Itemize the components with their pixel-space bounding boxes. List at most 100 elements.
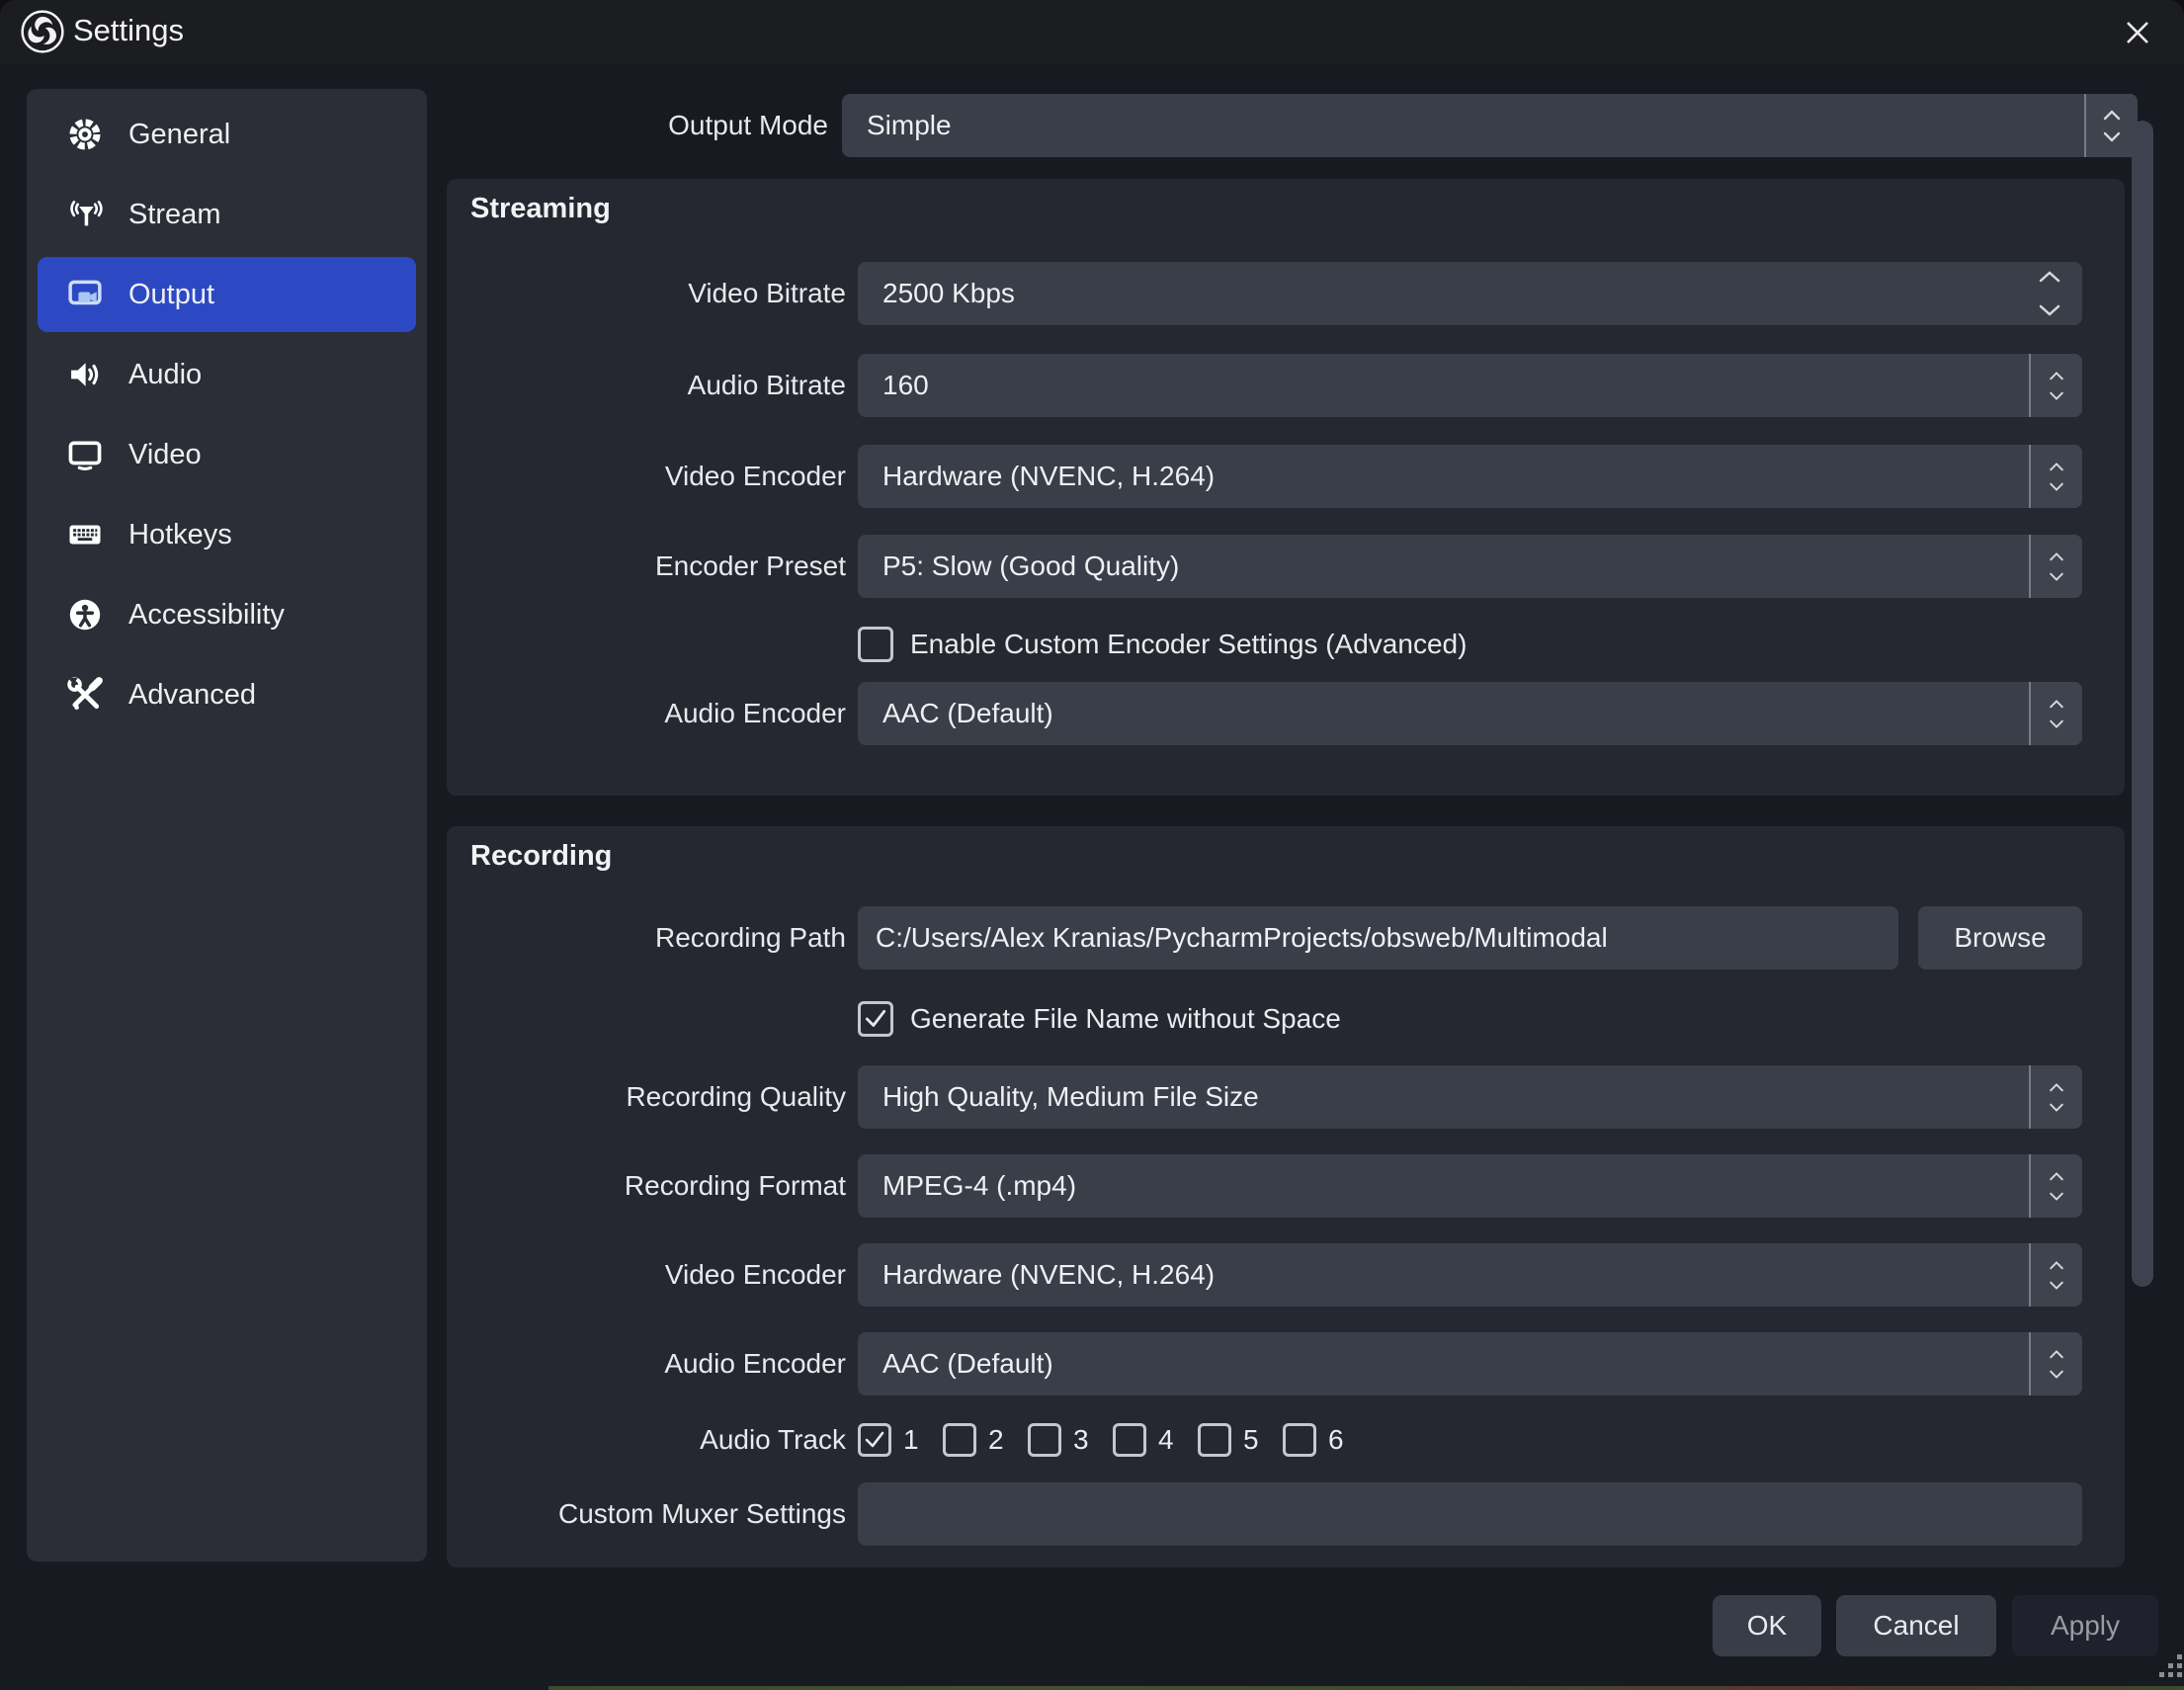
close-icon[interactable] bbox=[2117, 12, 2158, 53]
sidebar-item-label: Stream bbox=[128, 199, 220, 231]
audio-track-2-label: 2 bbox=[988, 1424, 1004, 1456]
rec-audio-encoder-select[interactable]: AAC (Default) bbox=[858, 1332, 2082, 1395]
recording-format-select[interactable]: MPEG-4 (.mp4) bbox=[858, 1154, 2082, 1218]
cancel-button[interactable]: Cancel bbox=[1836, 1595, 1996, 1656]
recording-section: Recording Recording Path C:/Users/Alex K… bbox=[447, 826, 2125, 1567]
chevron-up-down-icon[interactable] bbox=[2029, 1243, 2082, 1307]
recording-title: Recording bbox=[470, 840, 612, 873]
streaming-section: Streaming Video Bitrate 2500 Kbps Audio … bbox=[447, 179, 2125, 796]
filename-no-space-checkbox[interactable] bbox=[858, 1001, 893, 1037]
chevron-up-down-icon[interactable] bbox=[2029, 682, 2082, 745]
recording-format-label: Recording Format bbox=[447, 1154, 846, 1218]
video-bitrate-label: Video Bitrate bbox=[447, 262, 846, 325]
chevron-up-down-icon[interactable] bbox=[2029, 1332, 2082, 1395]
recording-quality-select[interactable]: High Quality, Medium File Size bbox=[858, 1065, 2082, 1129]
stream-audio-encoder-select[interactable]: AAC (Default) bbox=[858, 682, 2082, 745]
audio-track-3-checkbox[interactable] bbox=[1028, 1423, 1061, 1457]
screen-record-icon bbox=[65, 275, 105, 314]
chevron-up-down-icon[interactable] bbox=[2029, 354, 2082, 417]
output-mode-label: Output Mode bbox=[450, 94, 828, 157]
chevron-up-down-icon[interactable] bbox=[2029, 1154, 2082, 1218]
encoder-preset-value: P5: Slow (Good Quality) bbox=[882, 535, 2013, 598]
sidebar-item-label: Audio bbox=[128, 359, 202, 391]
stream-audio-encoder-value: AAC (Default) bbox=[882, 682, 2013, 745]
accessibility-icon bbox=[65, 595, 105, 634]
ok-button[interactable]: OK bbox=[1713, 1595, 1821, 1656]
sidebar-item-label: Video bbox=[128, 439, 202, 471]
sidebar-item-general[interactable]: General bbox=[38, 97, 416, 172]
recording-quality-value: High Quality, Medium File Size bbox=[882, 1065, 2013, 1129]
vertical-scrollbar[interactable] bbox=[2132, 121, 2153, 1287]
video-bitrate-value: 2500 Kbps bbox=[882, 262, 2013, 325]
rec-video-encoder-label: Video Encoder bbox=[447, 1243, 846, 1307]
audio-bitrate-select[interactable]: 160 bbox=[858, 354, 2082, 417]
monitor-icon bbox=[65, 435, 105, 474]
obs-logo-icon bbox=[20, 9, 65, 54]
sidebar-item-label: Accessibility bbox=[128, 599, 285, 632]
output-mode-select[interactable]: Simple bbox=[842, 94, 2138, 157]
audio-track-5-checkbox[interactable] bbox=[1198, 1423, 1231, 1457]
chevron-up-down-icon[interactable] bbox=[2084, 94, 2138, 157]
audio-track-1-label: 1 bbox=[903, 1424, 919, 1456]
sidebar-item-label: General bbox=[128, 119, 230, 151]
custom-muxer-label: Custom Muxer Settings bbox=[447, 1482, 846, 1546]
encoder-preset-select[interactable]: P5: Slow (Good Quality) bbox=[858, 535, 2082, 598]
resize-grip-icon[interactable] bbox=[2158, 1652, 2184, 1682]
sidebar-item-hotkeys[interactable]: Hotkeys bbox=[38, 497, 416, 572]
gear-icon bbox=[65, 115, 105, 154]
audio-bitrate-value: 160 bbox=[882, 354, 2013, 417]
rec-video-encoder-value: Hardware (NVENC, H.264) bbox=[882, 1243, 2013, 1307]
custom-encoder-checkbox[interactable] bbox=[858, 627, 893, 662]
custom-encoder-checkbox-label: Enable Custom Encoder Settings (Advanced… bbox=[910, 629, 1467, 660]
audio-track-3-label: 3 bbox=[1073, 1424, 1089, 1456]
browse-button[interactable]: Browse bbox=[1918, 906, 2082, 970]
background-window-edge bbox=[548, 1686, 2184, 1690]
chevron-up-down-icon[interactable] bbox=[2029, 445, 2082, 508]
tools-icon bbox=[65, 675, 105, 715]
stream-audio-encoder-label: Audio Encoder bbox=[447, 682, 846, 745]
rec-audio-encoder-label: Audio Encoder bbox=[447, 1332, 846, 1395]
audio-bitrate-label: Audio Bitrate bbox=[447, 354, 846, 417]
custom-muxer-value bbox=[876, 1482, 2068, 1546]
audio-track-6-label: 6 bbox=[1328, 1424, 1344, 1456]
stream-video-encoder-value: Hardware (NVENC, H.264) bbox=[882, 445, 2013, 508]
sidebar-item-advanced[interactable]: Advanced bbox=[38, 657, 416, 732]
audio-track-label: Audio Track bbox=[447, 1421, 846, 1459]
sidebar-item-label: Output bbox=[128, 279, 214, 311]
speaker-icon bbox=[65, 355, 105, 394]
audio-track-2-checkbox[interactable] bbox=[943, 1423, 976, 1457]
sidebar-item-label: Advanced bbox=[128, 679, 256, 712]
chevron-up-down-icon[interactable] bbox=[2029, 1065, 2082, 1129]
sidebar-item-audio[interactable]: Audio bbox=[38, 337, 416, 412]
stream-video-encoder-select[interactable]: Hardware (NVENC, H.264) bbox=[858, 445, 2082, 508]
recording-quality-label: Recording Quality bbox=[447, 1065, 846, 1129]
streaming-title: Streaming bbox=[470, 193, 611, 225]
recording-path-label: Recording Path bbox=[447, 906, 846, 970]
apply-button[interactable]: Apply bbox=[2012, 1595, 2158, 1656]
chevron-up-down-icon[interactable] bbox=[2029, 535, 2082, 598]
stream-video-encoder-label: Video Encoder bbox=[447, 445, 846, 508]
audio-track-6-checkbox[interactable] bbox=[1283, 1423, 1316, 1457]
settings-dialog: Settings General bbox=[0, 0, 2184, 1690]
custom-muxer-input[interactable] bbox=[858, 1482, 2082, 1546]
sidebar-item-video[interactable]: Video bbox=[38, 417, 416, 492]
sidebar: General Stream bbox=[27, 89, 427, 1562]
sidebar-item-stream[interactable]: Stream bbox=[38, 177, 416, 252]
audio-track-group: 1 2 3 4 5 bbox=[858, 1421, 1368, 1459]
recording-path-value: C:/Users/Alex Kranias/PycharmProjects/ob… bbox=[876, 906, 1885, 970]
encoder-preset-label: Encoder Preset bbox=[447, 535, 846, 598]
audio-track-5-label: 5 bbox=[1243, 1424, 1259, 1456]
sidebar-item-output[interactable]: Output bbox=[38, 257, 416, 332]
audio-track-4-label: 4 bbox=[1158, 1424, 1174, 1456]
titlebar: Settings bbox=[0, 0, 2184, 63]
keyboard-icon bbox=[65, 515, 105, 554]
filename-no-space-checkbox-label: Generate File Name without Space bbox=[910, 1003, 1341, 1035]
audio-track-1-checkbox[interactable] bbox=[858, 1423, 891, 1457]
window-title: Settings bbox=[73, 13, 184, 48]
rec-video-encoder-select[interactable]: Hardware (NVENC, H.264) bbox=[858, 1243, 2082, 1307]
video-bitrate-spinner[interactable]: 2500 Kbps bbox=[858, 262, 2082, 325]
recording-path-input[interactable]: C:/Users/Alex Kranias/PycharmProjects/ob… bbox=[858, 906, 1898, 970]
spinner-arrows-icon[interactable] bbox=[2033, 262, 2066, 325]
sidebar-item-accessibility[interactable]: Accessibility bbox=[38, 577, 416, 652]
audio-track-4-checkbox[interactable] bbox=[1113, 1423, 1146, 1457]
